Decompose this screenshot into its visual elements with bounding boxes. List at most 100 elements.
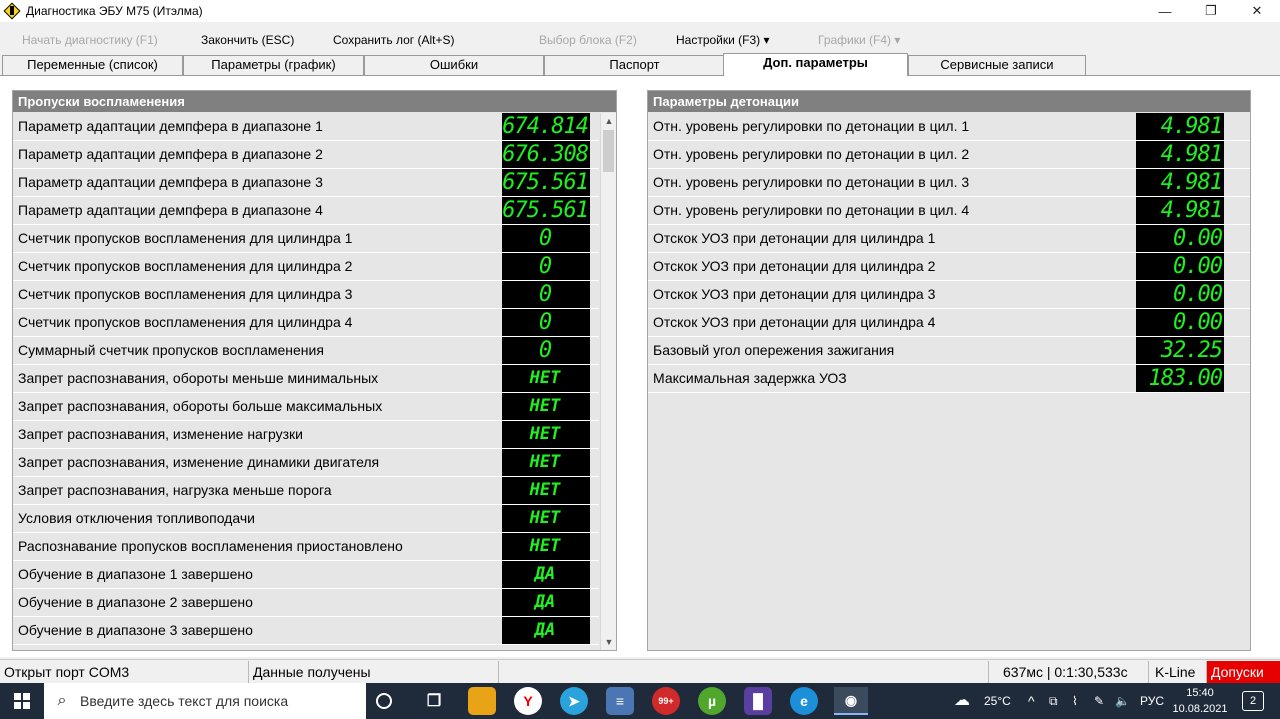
language-indicator[interactable]: РУС (1140, 683, 1164, 719)
right_panel-row: Максимальная задержка УОЗ 183.00 (648, 365, 1250, 393)
start-button[interactable] (0, 683, 44, 719)
tab-parameters-chart[interactable]: Параметры (график) (183, 55, 364, 75)
right_panel-row-value: 183.00 (1136, 365, 1224, 392)
misfire-rows: Параметр адаптации демпфера в диапазоне … (13, 113, 599, 650)
left_panel-row-label: Параметр адаптации демпфера в диапазоне … (18, 118, 323, 134)
network-app-icon[interactable]: ≡ (606, 687, 634, 715)
left_panel-row: Обучение в диапазоне 3 завершено ДА (13, 617, 599, 645)
right_panel-row-value: 4.981 (1136, 169, 1224, 196)
left_panel-row-label: Параметр адаптации демпфера в диапазоне … (18, 174, 323, 190)
left_panel-row-label: Запрет распознавания, обороты меньше мин… (18, 370, 379, 386)
finish-button[interactable]: Закончить (ESC) (201, 30, 294, 50)
right_panel-row-value: 0.00 (1136, 225, 1224, 252)
start-diagnostics-button[interactable]: Начать диагностику (F1) (22, 30, 158, 50)
edge-icon[interactable]: e (790, 687, 818, 715)
search-placeholder: Введите здесь текст для поиска (80, 693, 289, 709)
notification-center-icon[interactable]: 2 (1242, 691, 1264, 711)
right_panel-row-value: 0.00 (1136, 281, 1224, 308)
left_panel-row-label: Запрет распознавания, изменение динамики… (18, 454, 380, 470)
volume-icon[interactable]: 🔈 (1115, 683, 1130, 719)
right_panel-row-label: Максимальная задержка УОЗ (653, 370, 847, 386)
status-port: Открыт порт COM3 (0, 661, 249, 683)
left_panel-row-label: Запрет распознавания, обороты больше мак… (18, 398, 383, 414)
right_panel-row: Отскок УОЗ при детонации для цилиндра 1 0… (648, 225, 1250, 253)
telegram-icon[interactable]: ➤ (560, 687, 588, 715)
left_panel-row-value: НЕТ (502, 533, 590, 560)
ime-icon[interactable]: ✎ (1094, 683, 1104, 719)
left_panel-row-value: 0 (502, 337, 590, 364)
select-block-button[interactable]: Выбор блока (F2) (539, 30, 637, 50)
status-empty (499, 661, 989, 683)
taskbar-search[interactable]: ⌕ Введите здесь текст для поиска (44, 683, 366, 719)
cortana-icon[interactable] (376, 693, 392, 709)
right_panel-row-label: Отскок УОЗ при детонации для цилиндра 2 (653, 258, 936, 274)
tray-app-icon[interactable]: ⧉ (1049, 683, 1058, 719)
misfire-panel-title: Пропуски воспламенения (13, 91, 616, 112)
left_panel-row-value: 0 (502, 225, 590, 252)
left_panel-row: Суммарный счетчик пропусков воспламенени… (13, 337, 599, 365)
left_panel-row: Запрет распознавания, изменение нагрузки… (13, 421, 599, 449)
right_panel-row-label: Отскок УОЗ при детонации для цилиндра 1 (653, 230, 936, 246)
left_panel-row-label: Счетчик пропусков воспламенения для цили… (18, 230, 353, 246)
right_panel-row: Отн. уровень регулировки по детонации в … (648, 197, 1250, 225)
left_panel-row: Параметр адаптации демпфера в диапазоне … (13, 169, 599, 197)
app-logo-icon (3, 2, 21, 20)
left_panel-row-value: 675.561 (502, 197, 590, 224)
right_panel-row-label: Отскок УОЗ при детонации для цилиндра 3 (653, 286, 936, 302)
left_panel-row: Распознавание пропусков воспламенения пр… (13, 533, 599, 561)
status-tolerance-alert: Допуски (1207, 661, 1280, 683)
left_panel-row-label: Счетчик пропусков воспламенения для цили… (18, 286, 353, 302)
file-explorer-icon[interactable] (468, 687, 496, 715)
right_panel-row-value: 4.981 (1136, 197, 1224, 224)
right_panel-row-label: Отн. уровень регулировки по детонации в … (653, 118, 970, 134)
settings-menu[interactable]: Настройки (F3) ▾ (676, 30, 770, 50)
tab-variables-list[interactable]: Переменные (список) (2, 55, 183, 75)
charts-menu[interactable]: Графики (F4) ▾ (818, 30, 900, 50)
task-view-icon[interactable]: ❐ (420, 687, 448, 715)
media-app-icon[interactable]: ▐▌ (744, 687, 772, 715)
right_panel-row: Отскок УОЗ при детонации для цилиндра 4 0… (648, 309, 1250, 337)
status-timing: 637мс | 0:1:30,533с (989, 661, 1149, 683)
right_panel-row: Отскок УОЗ при детонации для цилиндра 3 0… (648, 281, 1250, 309)
maximize-button[interactable]: ❐ (1188, 0, 1234, 22)
left_panel-row: Параметр адаптации демпфера в диапазоне … (13, 197, 599, 225)
weather-temp[interactable]: 25°C (984, 683, 1011, 719)
clock-time: 15:40 (1186, 687, 1214, 699)
left_panel-row-value: 0 (502, 309, 590, 336)
yandex-browser-icon[interactable]: Y (514, 687, 542, 715)
tab-extra-parameters[interactable]: Доп. параметры (723, 53, 908, 76)
tab-passport[interactable]: Паспорт (544, 55, 725, 75)
taskbar: ⌕ Введите здесь текст для поиска ❐ Y ➤ ≡… (0, 683, 1280, 719)
left_panel-row-value: 0 (502, 253, 590, 280)
scroll-up-icon[interactable]: ▲ (601, 113, 617, 129)
scroll-thumb[interactable] (603, 130, 614, 172)
misfire-panel: Пропуски воспламенения Параметр адаптаци… (12, 90, 617, 651)
right_panel-row-label: Отскок УОЗ при детонации для цилиндра 4 (653, 314, 936, 330)
left_panel-row-value: НЕТ (502, 365, 590, 392)
left_panel-row-label: Счетчик пропусков воспламенения для цили… (18, 314, 353, 330)
tab-errors[interactable]: Ошибки (364, 55, 544, 75)
diagnostics-app-icon[interactable]: ◉ (834, 687, 868, 715)
weather-icon[interactable]: ☁ (954, 683, 970, 719)
left_panel-row: Запрет распознавания, обороты меньше мин… (13, 365, 599, 393)
right_panel-row-label: Отн. уровень регулировки по детонации в … (653, 146, 970, 162)
app-badge-icon[interactable]: 99+ (652, 687, 680, 715)
menu-bar: Начать диагностику (F1) Закончить (ESC) … (0, 30, 1280, 50)
knock-rows: Отн. уровень регулировки по детонации в … (648, 113, 1250, 650)
main-content: Пропуски воспламенения Параметр адаптаци… (0, 75, 1280, 657)
misfire-scrollbar[interactable]: ▲ ▼ (600, 113, 616, 650)
left_panel-row: Параметр адаптации демпфера в диапазоне … (13, 141, 599, 169)
scroll-down-icon[interactable]: ▼ (601, 634, 617, 650)
minimize-button[interactable]: — (1142, 0, 1188, 22)
network-icon[interactable]: ⌇ (1072, 683, 1078, 719)
right_panel-row-value: 4.981 (1136, 141, 1224, 168)
save-log-button[interactable]: Сохранить лог (Alt+S) (333, 30, 455, 50)
close-button[interactable]: ✕ (1234, 0, 1280, 22)
utorrent-icon[interactable]: µ (698, 687, 726, 715)
title-bar: Диагностика ЭБУ М75 (Итэлма) — ❐ ✕ (0, 0, 1280, 22)
taskbar-clock[interactable]: 15:40 10.08.2021 (1170, 685, 1230, 717)
tab-service-records[interactable]: Сервисные записи (908, 55, 1086, 75)
left_panel-row-value: ДА (502, 589, 590, 616)
left_panel-row: Счетчик пропусков воспламенения для цили… (13, 225, 599, 253)
tray-chevron-icon[interactable]: ^ (1028, 683, 1035, 719)
